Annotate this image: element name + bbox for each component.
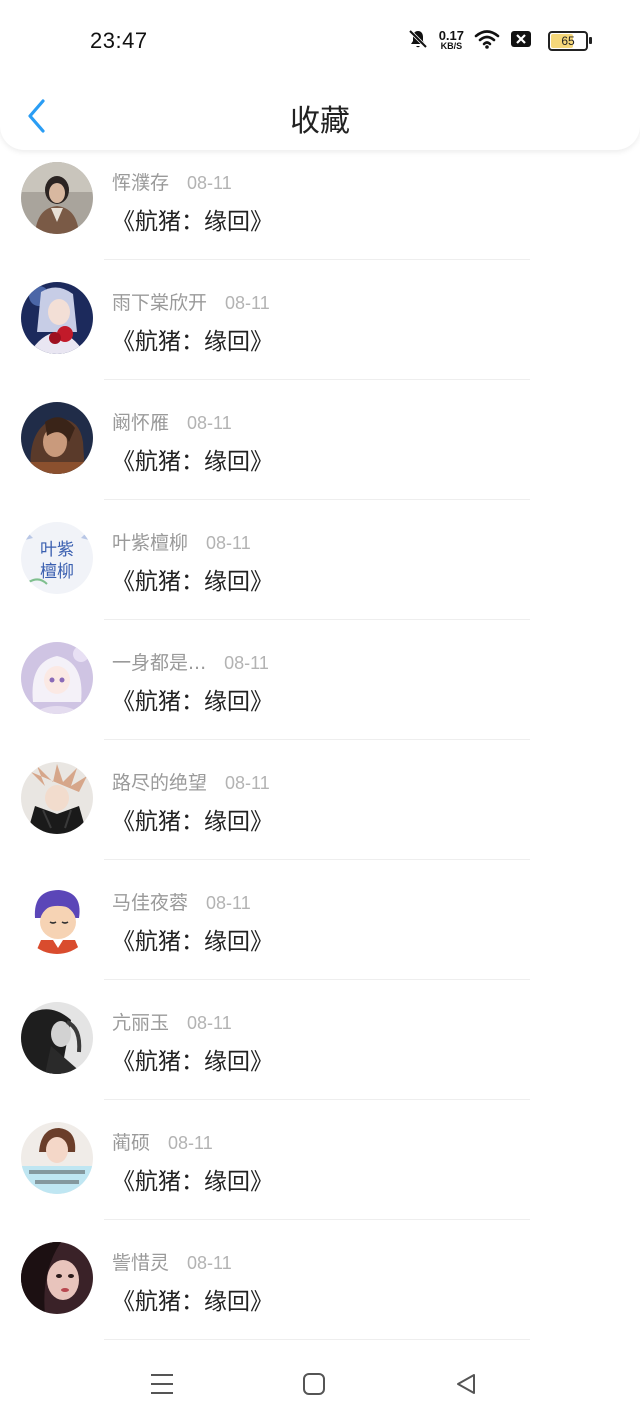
bell-muted-icon: [407, 28, 429, 54]
avatar[interactable]: [21, 402, 93, 474]
avatar[interactable]: [21, 1002, 93, 1074]
divider: [104, 1339, 530, 1340]
item-date: 08-11: [225, 293, 270, 313]
list-item[interactable]: 亢丽玉 08-11 《航猪：缘回》: [0, 980, 640, 1100]
calligraphy-text-icon: 叶紫 檀柳: [21, 522, 93, 594]
list-item[interactable]: 雨下棠欣开 08-11 《航猪：缘回》: [0, 260, 640, 380]
item-date: 08-11: [206, 893, 251, 913]
system-back-button[interactable]: [446, 1368, 486, 1400]
avatar[interactable]: [21, 882, 93, 954]
battery-indicator: 65: [548, 31, 592, 51]
list-item[interactable]: 阚怀雁 08-11 《航猪：缘回》: [0, 380, 640, 500]
network-speed-value: 0.17: [438, 28, 464, 43]
photo-woman-monochrome-icon: [21, 1002, 93, 1074]
avatar[interactable]: 叶紫 檀柳: [21, 522, 93, 594]
item-date: 08-11: [187, 1013, 232, 1033]
item-date: 08-11: [224, 653, 269, 673]
item-meta: 蔺硕 08-11: [112, 1128, 213, 1155]
photo-girl-sepia-icon: [21, 162, 93, 234]
cartoon-boy-purple-hair-icon: [21, 882, 93, 954]
avatar[interactable]: [21, 1242, 93, 1314]
wifi-icon: [474, 28, 500, 54]
collection-title: 《航猪：缘回》: [112, 1049, 273, 1075]
network-speed: 0.17 KB/S: [438, 28, 464, 51]
list-item[interactable]: 恽濮存 08-11 《航猪：缘回》: [0, 150, 640, 260]
nav-bar: 收藏: [0, 84, 640, 150]
favorites-list: 恽濮存 08-11 《航猪：缘回》 雨下棠欣开 08-11 《航猪：缘回》 阚怀…: [0, 150, 640, 1340]
network-speed-unit: KB/S: [440, 41, 463, 51]
status-time: 23:47: [90, 28, 148, 53]
photo-girl-with-text-icon: [21, 1122, 93, 1194]
user-name: 叶紫檀柳: [112, 532, 189, 554]
item-meta: 訾惜灵 08-11: [112, 1248, 232, 1275]
user-name: 亢丽玉: [112, 1012, 170, 1034]
item-meta: 阚怀雁 08-11: [112, 408, 232, 435]
list-item[interactable]: 一身都是... 08-11 《航猪：缘回》: [0, 620, 640, 740]
battery-level: 65: [561, 34, 575, 48]
list-item[interactable]: 路尽的绝望 08-11 《航猪：缘回》: [0, 740, 640, 860]
status-icons: 0.17 KB/S 65: [407, 28, 592, 54]
photo-woman-dark-icon: [21, 402, 93, 474]
list-item[interactable]: 叶紫 檀柳 叶紫檀柳 08-11 《航猪：缘回》: [0, 500, 640, 620]
anime-girl-roses-icon: [21, 282, 93, 354]
collection-title: 《航猪：缘回》: [112, 809, 273, 835]
anime-girl-white-hair-icon: [21, 642, 93, 714]
collection-title: 《航猪：缘回》: [112, 449, 273, 475]
item-date: 08-11: [206, 533, 251, 553]
collection-title: 《航猪：缘回》: [112, 569, 273, 595]
avatar[interactable]: [21, 282, 93, 354]
user-name: 阚怀雁: [112, 412, 170, 434]
collection-title: 《航猪：缘回》: [112, 329, 273, 355]
list-item[interactable]: 蔺硕 08-11 《航猪：缘回》: [0, 1100, 640, 1220]
list-item[interactable]: 马佳夜蓉 08-11 《航猪：缘回》: [0, 860, 640, 980]
item-meta: 路尽的绝望 08-11: [112, 768, 270, 795]
user-name: 马佳夜蓉: [112, 892, 189, 914]
sim-disabled-icon: [510, 29, 532, 53]
collection-title: 《航猪：缘回》: [112, 1289, 273, 1315]
item-meta: 雨下棠欣开 08-11: [112, 288, 270, 315]
user-name: 雨下棠欣开: [112, 292, 208, 314]
avatar[interactable]: [21, 642, 93, 714]
page-title: 收藏: [290, 104, 350, 139]
avatar[interactable]: [21, 162, 93, 234]
item-meta: 亢丽玉 08-11: [112, 1008, 232, 1035]
battery-tip: [589, 37, 592, 44]
photo-woman-closeup-icon: [21, 1242, 93, 1314]
item-meta: 恽濮存 08-11: [112, 168, 232, 195]
item-meta: 一身都是... 08-11: [112, 648, 269, 675]
status-bar: 23:47 0.17 KB/S 65: [0, 0, 640, 84]
item-date: 08-11: [225, 773, 270, 793]
collection-title: 《航猪：缘回》: [112, 929, 273, 955]
user-name: 訾惜灵: [112, 1252, 170, 1274]
collection-title: 《航猪：缘回》: [112, 209, 273, 235]
header: 23:47 0.17 KB/S 65 收藏: [0, 0, 640, 150]
system-navigation-bar: [0, 1352, 640, 1422]
user-name: 一身都是...: [112, 652, 207, 674]
calligraphy-line-1: 叶紫: [40, 540, 74, 560]
user-name: 路尽的绝望: [112, 772, 208, 794]
list-item[interactable]: 訾惜灵 08-11 《航猪：缘回》: [0, 1220, 640, 1340]
screen: 23:47 0.17 KB/S 65 收藏 恽濮存 08-11 《航猪：缘回》 …: [0, 0, 640, 1422]
anime-boy-sketch-icon: [21, 762, 93, 834]
home-button[interactable]: [294, 1368, 334, 1400]
item-meta: 叶紫檀柳 08-11: [112, 528, 251, 555]
item-meta: 马佳夜蓉 08-11: [112, 888, 251, 915]
recent-apps-button[interactable]: [142, 1368, 182, 1400]
item-date: 08-11: [187, 173, 232, 193]
item-date: 08-11: [187, 1253, 232, 1273]
collection-title: 《航猪：缘回》: [112, 1169, 273, 1195]
item-date: 08-11: [168, 1133, 213, 1153]
avatar[interactable]: [21, 762, 93, 834]
item-date: 08-11: [187, 413, 232, 433]
home-icon: [303, 1373, 325, 1395]
menu-icon: [151, 1374, 173, 1394]
calligraphy-line-2: 檀柳: [40, 562, 74, 582]
user-name: 恽濮存: [112, 172, 170, 194]
back-triangle-icon: [457, 1374, 475, 1394]
avatar[interactable]: [21, 1122, 93, 1194]
user-name: 蔺硕: [112, 1132, 151, 1154]
collection-title: 《航猪：缘回》: [112, 689, 273, 715]
